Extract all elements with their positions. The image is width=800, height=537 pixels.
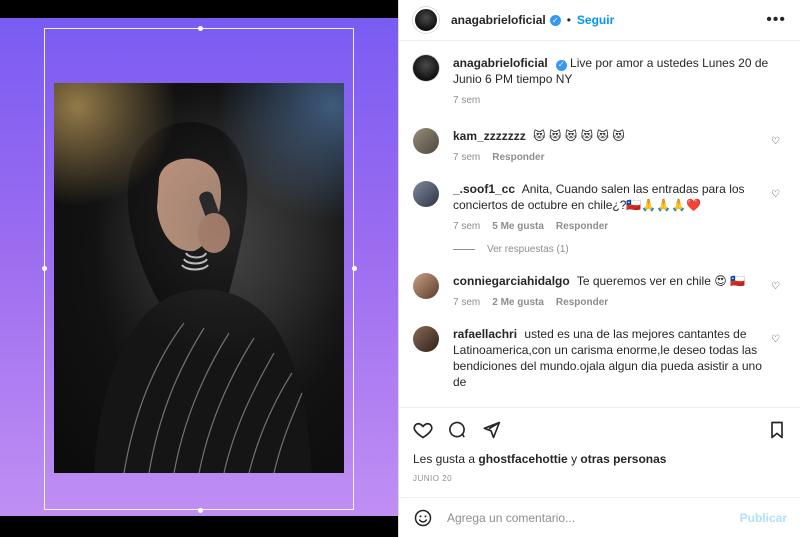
send-icon[interactable] — [481, 420, 501, 440]
likes-user[interactable]: ghostfacehottie — [478, 452, 567, 466]
resize-handle-bottom[interactable] — [198, 508, 203, 513]
view-replies[interactable]: Ver respuestas (1) — [453, 244, 786, 255]
verified-badge-icon: ✓ — [555, 59, 567, 71]
comment-text-line: kam_zzzzzzz 😻 😻 😻 😻 😻 😻 — [453, 128, 773, 144]
comment-item: rafaellachri usted es una de las mejores… — [413, 326, 786, 390]
commenter-avatar[interactable] — [413, 326, 439, 352]
comment-text: Te queremos ver en chile 😍 🇨🇱 — [576, 274, 746, 288]
header-username[interactable]: anagabrieloficial — [451, 13, 546, 27]
comment-body: _.soof1_cc Anita, Cuando salen las entra… — [453, 181, 773, 232]
post-header: anagabrieloficial ✓ • Seguir ••• — [399, 0, 800, 41]
view-replies-label[interactable]: Ver respuestas (1) — [487, 244, 569, 255]
comment-time[interactable]: 7 sem — [453, 152, 480, 163]
comment-icon[interactable] — [447, 420, 467, 440]
resize-handle-left[interactable] — [42, 266, 47, 271]
comment-username[interactable]: conniegarciahidalgo — [453, 274, 570, 288]
follow-button[interactable]: Seguir — [577, 13, 614, 27]
comment-text-line: rafaellachri usted es una de las mejores… — [453, 326, 773, 390]
caption-body: anagabrieloficial ✓ Live por amor a usted… — [453, 55, 773, 106]
comment-meta: 7 sem Responder — [453, 152, 773, 163]
comment-item: conniegarciahidalgo Te queremos ver en c… — [413, 273, 786, 308]
comment-meta: 7 sem 5 Me gusta Responder — [453, 221, 773, 232]
comment-like-heart-icon[interactable]: ♡ — [771, 189, 780, 200]
caption-time[interactable]: 7 sem — [453, 95, 480, 106]
comment-text-line: _.soof1_cc Anita, Cuando salen las entra… — [453, 181, 773, 213]
add-comment-bar: Publicar — [399, 497, 800, 537]
verified-badge-icon: ✓ — [549, 14, 561, 26]
avatar[interactable] — [413, 7, 439, 33]
comment-username[interactable]: _.soof1_cc — [453, 182, 515, 196]
bookmark-icon[interactable] — [767, 420, 787, 440]
post-details-panel: anagabrieloficial ✓ • Seguir ••• anagabr… — [398, 0, 800, 537]
comment-meta: 7 sem 2 Me gusta Responder — [453, 297, 773, 308]
likes-middle: y — [571, 452, 578, 466]
likes-others[interactable]: otras personas — [580, 452, 666, 466]
separator-dot: • — [566, 13, 571, 27]
commenter-avatar[interactable] — [413, 181, 439, 207]
commenter-avatar[interactable] — [413, 128, 439, 154]
post-photo — [54, 83, 344, 473]
comment-body: rafaellachri usted es una de las mejores… — [453, 326, 773, 390]
comment-item: _.soof1_cc Anita, Cuando salen las entra… — [413, 181, 786, 232]
resize-handle-top[interactable] — [198, 26, 203, 31]
comment-like-heart-icon[interactable]: ♡ — [771, 281, 780, 292]
comments-list[interactable]: anagabrieloficial ✓ Live por amor a usted… — [399, 41, 800, 407]
resize-handle-right[interactable] — [352, 266, 357, 271]
comment-input[interactable] — [447, 510, 740, 525]
instagram-post-modal: anagabrieloficial ✓ • Seguir ••• anagabr… — [0, 0, 800, 537]
comment-like-heart-icon[interactable]: ♡ — [771, 334, 780, 345]
more-options-icon[interactable]: ••• — [766, 11, 786, 29]
publish-button[interactable]: Publicar — [740, 511, 787, 525]
caption-username[interactable]: anagabrieloficial — [453, 56, 548, 70]
caption-avatar[interactable] — [413, 55, 439, 81]
comment-likes-count[interactable]: 5 Me gusta — [492, 221, 544, 232]
likes-prefix: Les gusta a — [413, 452, 476, 466]
comment-username[interactable]: rafaellachri — [453, 327, 517, 341]
caption-meta: 7 sem — [453, 95, 773, 106]
reply-button[interactable]: Responder — [556, 221, 608, 232]
reply-button[interactable]: Responder — [556, 297, 608, 308]
photo-stage-light — [54, 83, 344, 473]
action-icons-row — [413, 416, 787, 444]
comment-like-heart-icon[interactable]: ♡ — [771, 136, 780, 147]
emoji-icon[interactable] — [413, 508, 433, 528]
commenter-avatar[interactable] — [413, 273, 439, 299]
comment-username[interactable]: kam_zzzzzzz — [453, 129, 526, 143]
likes-summary[interactable]: Les gusta a ghostfacehottie y otras pers… — [413, 452, 787, 466]
caption-text-line: anagabrieloficial ✓ Live por amor a usted… — [453, 55, 773, 87]
heart-icon[interactable] — [413, 420, 433, 440]
reply-button[interactable]: Responder — [492, 152, 544, 163]
post-media[interactable] — [0, 0, 398, 537]
comment-item: kam_zzzzzzz 😻 😻 😻 😻 😻 😻 7 sem Responder … — [413, 128, 786, 163]
comment-body: conniegarciahidalgo Te queremos ver en c… — [453, 273, 773, 308]
post-actions: Les gusta a ghostfacehottie y otras pers… — [399, 407, 800, 483]
replies-divider — [453, 249, 475, 250]
comment-text-line: conniegarciahidalgo Te queremos ver en c… — [453, 273, 773, 289]
comment-time[interactable]: 7 sem — [453, 297, 480, 308]
comment-time[interactable]: 7 sem — [453, 221, 480, 232]
comment-text: 😻 😻 😻 😻 😻 😻 — [533, 129, 625, 143]
comment-likes-count[interactable]: 2 Me gusta — [492, 297, 544, 308]
post-date[interactable]: JUNIO 20 — [413, 474, 787, 483]
comment-body: kam_zzzzzzz 😻 😻 😻 😻 😻 😻 7 sem Responder — [453, 128, 773, 163]
post-caption: anagabrieloficial ✓ Live por amor a usted… — [413, 55, 786, 106]
